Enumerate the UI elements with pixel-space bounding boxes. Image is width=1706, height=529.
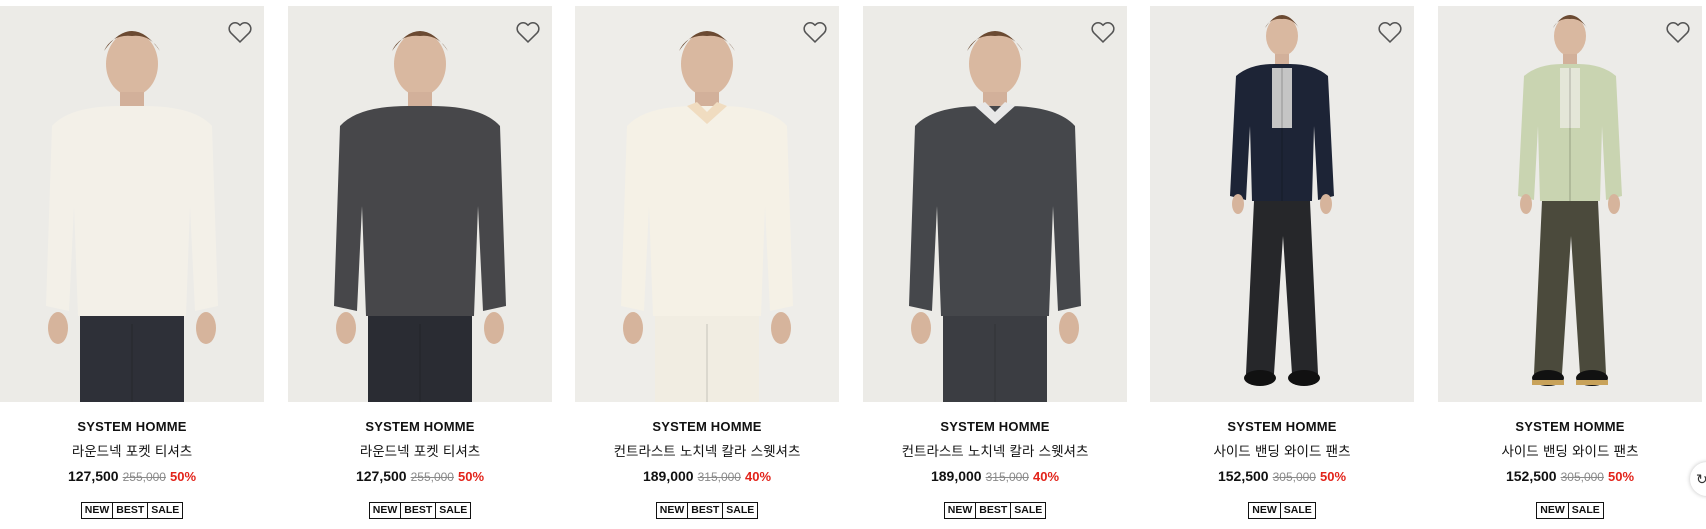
- price-row: 152,500 305,000 50%: [1150, 468, 1414, 484]
- discount-rate: 50%: [169, 469, 197, 484]
- product-card[interactable]: SYSTEM HOMME 라운드넥 포켓 티셔츠 127,500 255,000 50%…: [0, 0, 264, 529]
- tag-best-badge: BEST: [400, 503, 435, 518]
- model-figure: [621, 31, 793, 402]
- tag-sale-badge: SALE: [722, 503, 757, 518]
- tag-group: NEW BEST SALE: [80, 502, 184, 519]
- heart-outline-icon[interactable]: [801, 18, 829, 46]
- price-row: 127,500 255,000 50%: [288, 468, 552, 484]
- original-price: 315,000: [985, 470, 1029, 484]
- discount-rate: 50%: [1607, 469, 1635, 484]
- tag-group: NEW SALE: [1536, 502, 1604, 519]
- tag-group: NEW BEST SALE: [943, 502, 1047, 519]
- tag-new-badge: NEW: [1252, 504, 1277, 516]
- tag-new-badge: NEW: [659, 504, 685, 516]
- tag-group: NEW BEST SALE: [655, 502, 759, 519]
- tag-new-badge: NEW: [372, 504, 398, 516]
- heart-outline-icon[interactable]: [1376, 18, 1404, 46]
- product-name[interactable]: 라운드넥 포켓 티셔츠: [288, 440, 552, 460]
- product-name[interactable]: 컨트라스트 노치넥 칼라 스웻셔츠: [575, 440, 839, 460]
- heart-outline-icon[interactable]: [226, 18, 254, 46]
- tag-best-badge: BEST: [975, 503, 1010, 518]
- product-brand: SYSTEM HOMME: [652, 419, 762, 434]
- tag-group: NEW SALE: [1248, 502, 1316, 519]
- product-card[interactable]: SYSTEM HOMME 사이드 밴딩 와이드 팬츠 152,500 305,000 5…: [1438, 0, 1702, 529]
- heart-outline-icon[interactable]: [1089, 18, 1117, 46]
- tag-sale-badge: SALE: [1567, 503, 1603, 518]
- tag-best-badge: BEST: [112, 503, 147, 518]
- discount-rate: 40%: [744, 469, 772, 484]
- sale-price: 152,500: [1505, 468, 1557, 484]
- product-name[interactable]: 사이드 밴딩 와이드 팬츠: [1438, 440, 1702, 460]
- model-figure: [334, 31, 506, 402]
- tag-sale-badge: SALE: [435, 503, 470, 518]
- product-name[interactable]: 컨트라스트 노치넥 칼라 스웻셔츠: [863, 440, 1127, 460]
- product-tags: NEW BEST SALE: [288, 502, 552, 519]
- discount-rate: 40%: [1032, 469, 1060, 484]
- price-row: 152,500 305,000 50%: [1438, 468, 1702, 484]
- product-image[interactable]: [1438, 6, 1702, 402]
- original-price: 305,000: [1272, 470, 1316, 484]
- tag-new-badge: NEW: [1540, 504, 1565, 516]
- product-name[interactable]: 사이드 밴딩 와이드 팬츠: [1150, 440, 1414, 460]
- sale-price: 189,000: [930, 468, 982, 484]
- product-tags: NEW SALE: [1438, 502, 1702, 519]
- product-brand: SYSTEM HOMME: [77, 419, 187, 434]
- product-image[interactable]: [0, 6, 264, 402]
- product-tags: NEW SALE: [1150, 502, 1414, 519]
- product-card[interactable]: SYSTEM HOMME 컨트라스트 노치넥 칼라 스웻셔츠 189,000 315,…: [575, 0, 839, 529]
- model-figure: [909, 31, 1081, 402]
- tag-sale-badge: SALE: [147, 503, 182, 518]
- original-price: 255,000: [410, 470, 454, 484]
- heart-outline-icon[interactable]: [514, 18, 542, 46]
- tag-sale-badge: SALE: [1010, 503, 1045, 518]
- product-image[interactable]: [1150, 6, 1414, 402]
- tag-best-badge: BEST: [687, 503, 722, 518]
- product-grid: SYSTEM HOMME 라운드넥 포켓 티셔츠 127,500 255,000 50%…: [0, 0, 1706, 529]
- product-name[interactable]: 라운드넥 포켓 티셔츠: [0, 440, 264, 460]
- sale-price: 189,000: [642, 468, 694, 484]
- sale-price: 127,500: [355, 468, 407, 484]
- discount-rate: 50%: [457, 469, 485, 484]
- product-brand: SYSTEM HOMME: [365, 419, 475, 434]
- tag-new-badge: NEW: [84, 504, 110, 516]
- tag-group: NEW BEST SALE: [368, 502, 472, 519]
- model-figure: [1230, 15, 1334, 386]
- product-card[interactable]: SYSTEM HOMME 라운드넥 포켓 티셔츠 127,500 255,000 50%…: [288, 0, 552, 529]
- sale-price: 152,500: [1217, 468, 1269, 484]
- price-row: 189,000 315,000 40%: [575, 468, 839, 484]
- product-image[interactable]: [863, 6, 1127, 402]
- product-brand: SYSTEM HOMME: [940, 419, 1050, 434]
- tag-sale-badge: SALE: [1279, 503, 1315, 518]
- product-tags: NEW BEST SALE: [863, 502, 1127, 519]
- original-price: 255,000: [122, 470, 166, 484]
- product-tags: NEW BEST SALE: [0, 502, 264, 519]
- tag-new-badge: NEW: [947, 504, 973, 516]
- price-row: 189,000 315,000 40%: [863, 468, 1127, 484]
- product-image[interactable]: [288, 6, 552, 402]
- original-price: 315,000: [697, 470, 741, 484]
- product-card[interactable]: SYSTEM HOMME 사이드 밴딩 와이드 팬츠 152,500 305,000 5…: [1150, 0, 1414, 529]
- product-brand: SYSTEM HOMME: [1515, 419, 1625, 434]
- model-figure: [1518, 15, 1622, 386]
- model-figure: [46, 31, 218, 402]
- discount-rate: 50%: [1319, 469, 1347, 484]
- product-brand: SYSTEM HOMME: [1227, 419, 1337, 434]
- sale-price: 127,500: [67, 468, 119, 484]
- product-tags: NEW BEST SALE: [575, 502, 839, 519]
- refresh-icon: ↻: [1696, 470, 1706, 487]
- original-price: 305,000: [1560, 470, 1604, 484]
- product-card[interactable]: SYSTEM HOMME 컨트라스트 노치넥 칼라 스웻셔츠 189,000 315,…: [863, 0, 1127, 529]
- product-image[interactable]: [575, 6, 839, 402]
- heart-outline-icon[interactable]: [1664, 18, 1692, 46]
- price-row: 127,500 255,000 50%: [0, 468, 264, 484]
